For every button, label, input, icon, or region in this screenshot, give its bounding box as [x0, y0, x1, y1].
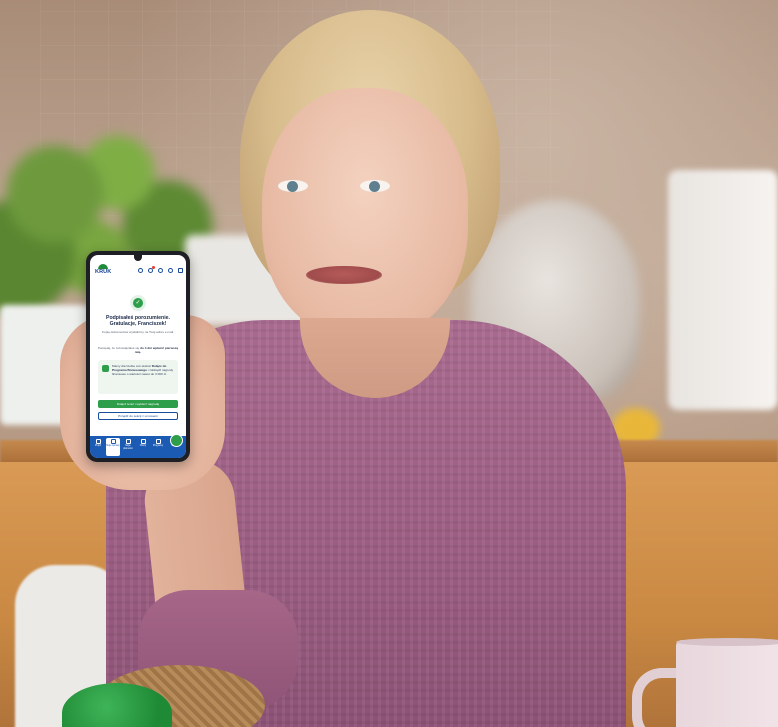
reminder-bold: do 4 dni wpłacić pierwszą ratę.	[134, 346, 178, 354]
reminder-text: Pamiętaj, że zobowiązałeś się	[98, 346, 140, 350]
nav-item-oferty[interactable]: Oferty	[136, 438, 150, 456]
nav-item-pulpit[interactable]: Pulpit	[91, 438, 105, 456]
notification-badge	[152, 266, 155, 269]
chat-fab-button[interactable]	[170, 434, 183, 447]
nav-label: Pulpit	[95, 444, 101, 447]
nav-item-moje-sprawy[interactable]: Moje sprawy	[106, 438, 120, 456]
success-subtitle: Kopię dokumentów wysłaliśmy na Twój adre…	[101, 330, 175, 334]
bonus-program-card: Mamy dla Ciebie coś ekstra! Dołącz do Pr…	[98, 360, 178, 394]
check-mark: ✓	[133, 298, 143, 308]
nav-item-moje-platnosci[interactable]: Moje płatności	[121, 438, 135, 456]
phone-screen: KRUK ✓ Podpisałeś porozumienie. Gratulac…	[90, 255, 186, 458]
user-icon[interactable]	[158, 268, 163, 273]
promo-text: Mamy dla Ciebie coś ekstra! Dołącz do Pr…	[112, 364, 174, 376]
photo-scene: KRUK ✓ Podpisałeś porozumienie. Gratulac…	[0, 0, 778, 727]
woman-right-eye	[360, 180, 390, 192]
smartphone: KRUK ✓ Podpisałeś porozumienie. Gratulac…	[86, 251, 190, 462]
phone-call-icon[interactable]	[138, 268, 143, 273]
kitchen-appliance	[668, 170, 778, 410]
go-to-agreements-button[interactable]: Przejdź do sekcji z umowami	[98, 412, 178, 420]
logo-text: KRUK	[95, 269, 112, 275]
help-icon[interactable]	[168, 268, 173, 273]
woman-face	[262, 88, 468, 338]
nav-item-programy[interactable]: Programy	[151, 438, 165, 456]
pink-mug	[676, 640, 778, 727]
kruk-logo[interactable]: KRUK	[95, 264, 111, 276]
nav-label: Moje płatności	[123, 444, 133, 450]
logout-icon[interactable]	[178, 268, 183, 273]
app-header: KRUK	[90, 261, 186, 279]
nav-label: Oferty	[139, 444, 147, 447]
woman-left-eye	[278, 180, 308, 192]
nav-label: Moje sprawy	[106, 444, 120, 447]
nav-label: Programy	[152, 444, 164, 447]
mug-rim	[676, 638, 778, 646]
join-program-button[interactable]: Dołącz teraz i wybierz nagrodę	[98, 400, 178, 408]
gift-icon	[102, 365, 109, 372]
success-title: Podpisałeś porozumienie. Gratulacje, Fra…	[106, 315, 170, 328]
woman-mouth	[306, 266, 382, 284]
payment-reminder: Pamiętaj, że zobowiązałeś się do 4 dni w…	[97, 346, 179, 354]
success-check-icon: ✓	[130, 295, 146, 311]
